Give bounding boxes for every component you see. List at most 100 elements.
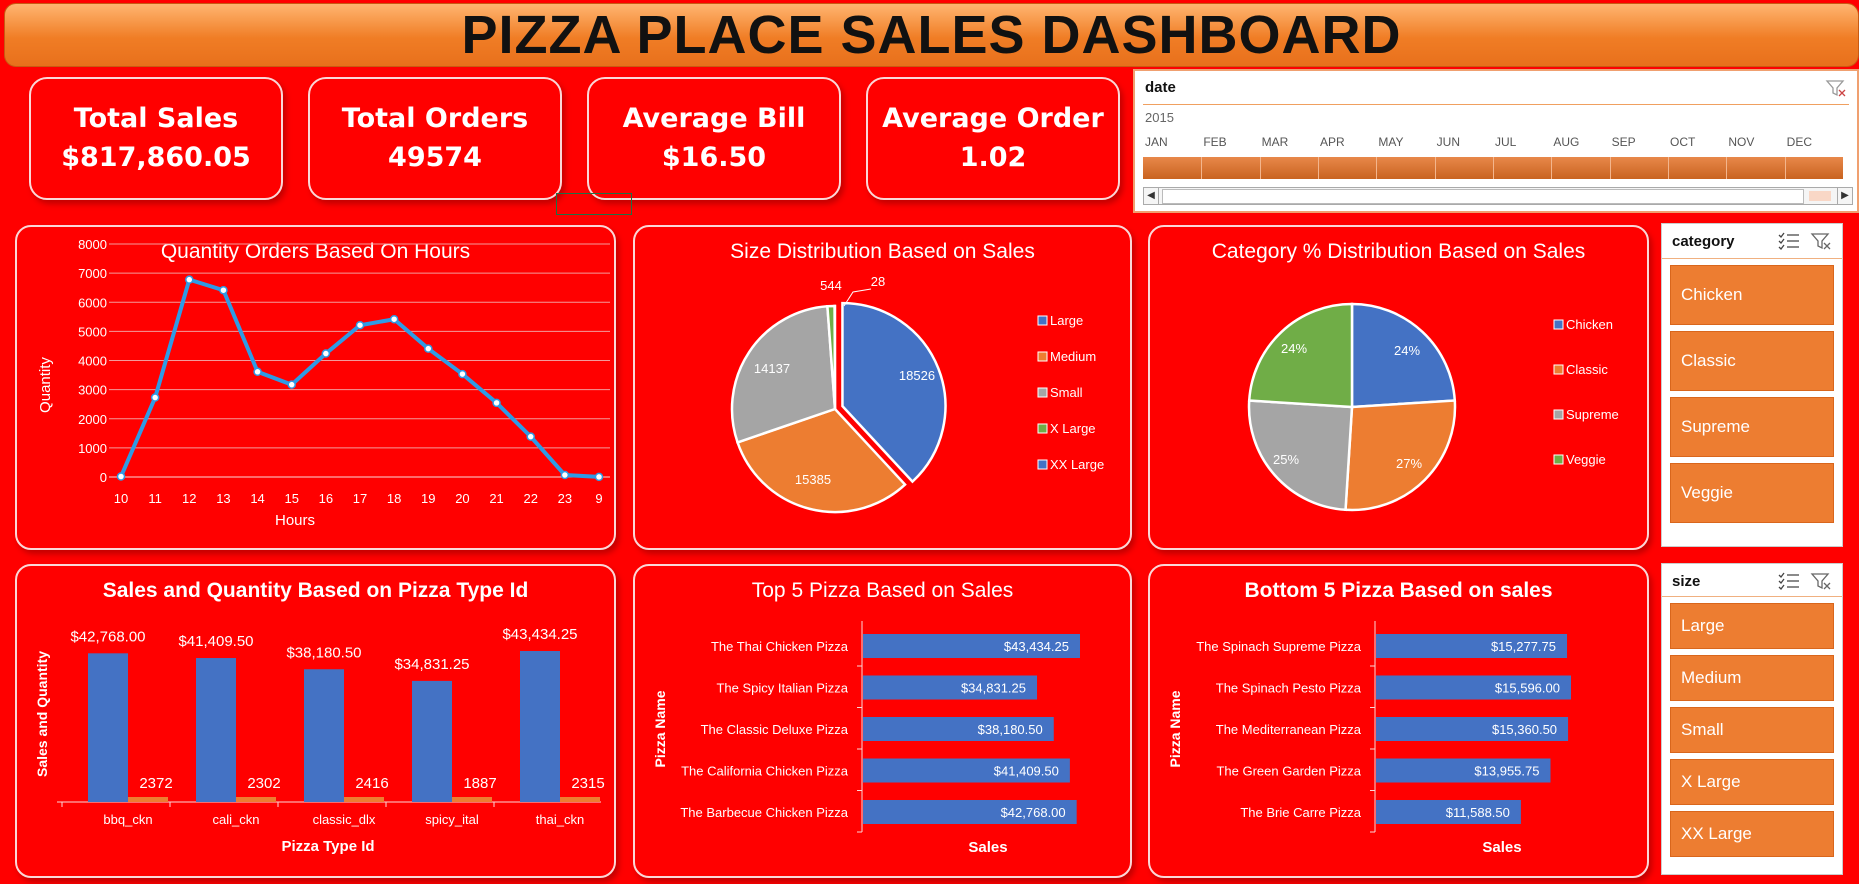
category-pie-chart: 24% 27% 25% 24% Chicken Classic Supreme Veggie — [1247, 302, 1619, 512]
slicer-item-classic[interactable]: Classic — [1670, 331, 1834, 391]
scroll-left-icon[interactable]: ◀ — [1144, 188, 1159, 204]
bar-data-label: $11,588.50 — [1446, 805, 1510, 820]
slicer-item-medium[interactable]: Medium — [1670, 655, 1834, 701]
timeline-month-may[interactable]: MAY — [1378, 135, 1403, 149]
bar-quantity — [344, 797, 384, 802]
dashboard-title-bar: PIZZA PLACE SALES DASHBOARD — [4, 3, 1859, 67]
y-tick-label: 2000 — [78, 412, 107, 427]
x-tick-label: 16 — [319, 491, 333, 506]
legend-swatch — [1553, 364, 1564, 375]
x-axis-label: Pizza Type Id — [281, 838, 374, 855]
timeline-months: JAN FEB MAR APR MAY JUN JUL AUG SEP OCT NOV DEC — [1143, 135, 1843, 151]
slicer-item-large[interactable]: Large — [1670, 603, 1834, 649]
x-tick-label: 18 — [387, 491, 401, 506]
pie-data-label: 27% — [1396, 456, 1422, 471]
data-point — [219, 285, 228, 295]
data-point — [253, 367, 262, 377]
scroll-right-icon[interactable]: ▶ — [1837, 188, 1852, 204]
timeline-month-apr[interactable]: APR — [1320, 135, 1345, 149]
date-timeline-slicer[interactable]: date 2015 JAN FEB MAR APR MAY JUN JUL AUG SEP OCT… — [1133, 69, 1859, 213]
legend-swatch — [1553, 319, 1564, 330]
timeline-month-sep[interactable]: SEP — [1612, 135, 1636, 149]
selected-cell[interactable] — [556, 193, 632, 215]
kpi-total-orders[interactable]: Total Orders 49574 — [308, 77, 562, 200]
y-tick-label: The Green Garden Pizza — [1216, 764, 1361, 779]
x-axis-label: Hours — [275, 512, 315, 529]
kpi-average-bill[interactable]: Average Bill $16.50 — [587, 77, 841, 200]
timeline-month-mar[interactable]: MAR — [1262, 135, 1289, 149]
legend-swatch — [1037, 387, 1048, 398]
bar-data-label: $38,180.50 — [978, 722, 1043, 737]
kpi-total-sales[interactable]: Total Sales $817,860.05 — [29, 77, 283, 200]
timeline-month-nov[interactable]: NOV — [1728, 135, 1754, 149]
timeline-year: 2015 — [1145, 110, 1174, 125]
clear-filter-icon[interactable] — [1810, 231, 1834, 251]
kpi-label: Average Bill — [622, 102, 806, 134]
y-axis-label: Pizza Name — [652, 690, 668, 767]
bar-data-label: 2302 — [247, 775, 280, 792]
category-slicer[interactable]: category Chicken Classic Supreme Veggie — [1661, 223, 1843, 547]
bar-data-label: $38,180.50 — [286, 644, 361, 661]
bar-data-label: $15,277.75 — [1491, 639, 1556, 654]
legend-swatch — [1037, 315, 1048, 326]
y-tick-label: 6000 — [78, 295, 107, 310]
x-tick-label: spicy_ital — [425, 812, 479, 827]
y-tick-label: 0 — [100, 470, 107, 485]
kpi-label: Total Sales — [73, 102, 239, 134]
slicer-item-xx-large[interactable]: XX Large — [1670, 811, 1834, 857]
top5-chart-panel: Top 5 Pizza Based on Sales Pizza Name Sa… — [633, 564, 1132, 878]
size-slicer[interactable]: size Large Medium Small X Large XX Large — [1661, 563, 1843, 875]
clear-filter-icon[interactable] — [1810, 571, 1834, 591]
y-axis-label: Quantity — [37, 357, 54, 413]
multi-select-icon[interactable] — [1777, 231, 1801, 251]
timeline-month-jul[interactable]: JUL — [1495, 135, 1516, 149]
x-tick-label: 13 — [216, 491, 230, 506]
y-axis-label: Sales and Quantity — [34, 651, 50, 777]
data-point — [458, 369, 467, 379]
slicer-item-veggie[interactable]: Veggie — [1670, 463, 1834, 523]
line-chart: 0 1000 2000 3000 4000 5000 6000 7000 8000 10 11 12… — [37, 237, 610, 529]
pizza-type-bar-chart: Sales and Quantity Pizza Type Id $42,768… — [34, 626, 605, 855]
timeline-bar[interactable] — [1143, 157, 1843, 179]
bottom5-chart-panel: Bottom 5 Pizza Based on sales Pizza Name… — [1148, 564, 1649, 878]
size-distribution-chart-panel: Size Distribution Based on Sales 18526 15… — [633, 225, 1132, 550]
bar-sales — [412, 680, 452, 802]
legend-label: Medium — [1050, 349, 1096, 364]
pie-data-label: 15385 — [795, 472, 831, 487]
pie-data-label: 18526 — [899, 368, 935, 383]
y-tick-label: The Brie Carre Pizza — [1240, 805, 1361, 820]
dashboard-title: PIZZA PLACE SALES DASHBOARD — [461, 5, 1402, 65]
scroll-thumb[interactable] — [1162, 189, 1804, 204]
size-slicer-title: size — [1672, 573, 1701, 590]
timeline-month-jan[interactable]: JAN — [1145, 135, 1168, 149]
timeline-month-jun[interactable]: JUN — [1437, 135, 1460, 149]
bar-sales — [520, 651, 560, 802]
timeline-month-aug[interactable]: AUG — [1553, 135, 1579, 149]
pie-data-label: 14137 — [754, 361, 790, 376]
legend-label: XX Large — [1050, 457, 1104, 472]
timeline-scrollbar[interactable]: ◀ ▶ — [1143, 187, 1853, 205]
data-point — [116, 472, 126, 481]
category-slicer-title: category — [1672, 233, 1735, 250]
slicer-item-supreme[interactable]: Supreme — [1670, 397, 1834, 457]
data-point — [424, 344, 433, 353]
kpi-label: Total Orders — [341, 102, 529, 134]
clear-filter-icon[interactable] — [1825, 78, 1847, 98]
kpi-average-order[interactable]: Average Order 1.02 — [866, 77, 1120, 200]
kpi-value: $16.50 — [661, 141, 767, 173]
bar-data-label: $42,768.00 — [1001, 805, 1066, 820]
y-axis-label: Pizza Name — [1167, 690, 1183, 767]
bar-data-label: $34,831.25 — [394, 656, 469, 673]
bar-data-label: 1887 — [463, 775, 496, 792]
data-point — [389, 314, 399, 324]
slicer-item-x-large[interactable]: X Large — [1670, 759, 1834, 805]
x-tick-label: cali_ckn — [213, 812, 260, 827]
timeline-month-feb[interactable]: FEB — [1203, 135, 1226, 149]
multi-select-icon[interactable] — [1777, 571, 1801, 591]
y-tick-label: 7000 — [78, 266, 107, 281]
timeline-month-oct[interactable]: OCT — [1670, 135, 1695, 149]
slicer-item-small[interactable]: Small — [1670, 707, 1834, 753]
data-point — [150, 393, 160, 402]
slicer-item-chicken[interactable]: Chicken — [1670, 265, 1834, 325]
timeline-month-dec[interactable]: DEC — [1787, 135, 1812, 149]
